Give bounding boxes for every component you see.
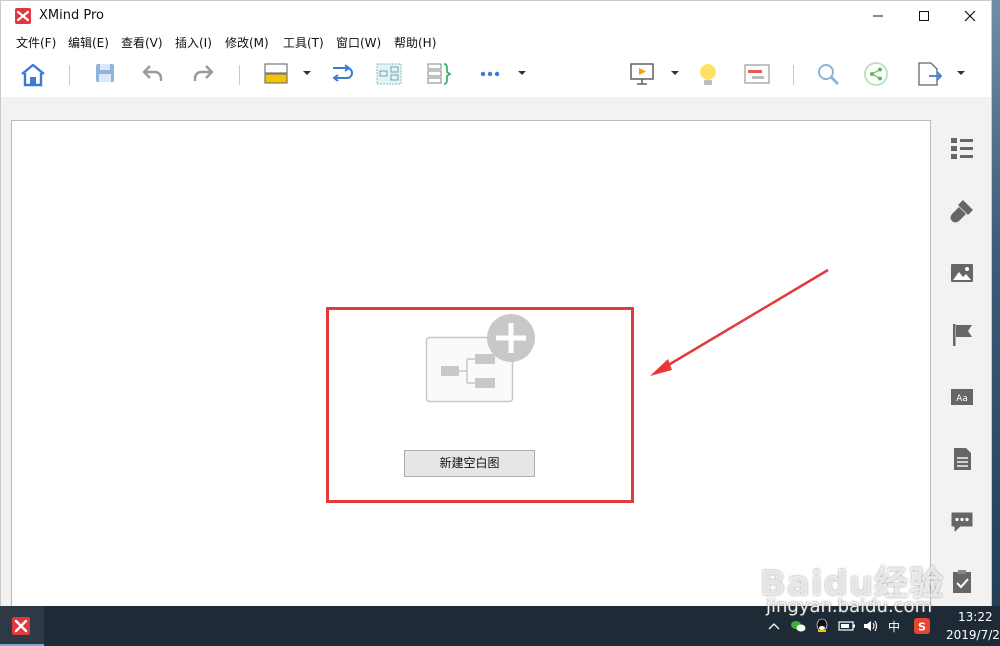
chevron-up-icon[interactable] <box>768 618 780 634</box>
summary-icon[interactable] <box>425 61 453 89</box>
export-icon[interactable] <box>915 61 969 89</box>
toolbar-separator <box>239 65 240 85</box>
menu-view[interactable]: 查看(V) <box>121 34 163 51</box>
undo-icon[interactable] <box>141 61 165 89</box>
xmind-taskbar-icon <box>12 617 30 635</box>
right-side-panel: Aa <box>935 97 991 607</box>
topic-icon[interactable] <box>263 61 315 89</box>
window-title: XMind Pro <box>39 8 104 23</box>
minimize-button[interactable] <box>855 1 901 31</box>
taskbar: 中 S 13:22 2019/7/2 <box>0 606 1000 646</box>
menu-edit[interactable]: 编辑(E) <box>68 34 109 51</box>
outline-icon[interactable] <box>948 135 976 163</box>
more-icon[interactable] <box>477 61 529 89</box>
svg-text:S: S <box>918 621 926 634</box>
title-bar: XMind Pro <box>1 1 991 31</box>
task-clipboard-icon[interactable] <box>948 567 976 595</box>
taskbar-xmind-app[interactable] <box>0 606 44 646</box>
app-window: XMind Pro 文件(F) 编辑(E) 查看(V) 插入(I) 修改(M) … <box>0 0 992 607</box>
volume-icon[interactable] <box>862 618 880 634</box>
menu-file[interactable]: 文件(F) <box>16 34 56 51</box>
menu-insert[interactable]: 插入(I) <box>175 34 212 51</box>
redo-icon[interactable] <box>191 61 215 89</box>
ime-indicator[interactable]: 中 <box>888 618 900 634</box>
text-label-icon[interactable]: Aa <box>948 383 976 411</box>
search-icon[interactable] <box>815 61 841 89</box>
menu-tools[interactable]: 工具(T) <box>283 34 324 51</box>
maximize-button[interactable] <box>901 1 947 31</box>
presentation-icon[interactable] <box>629 61 683 89</box>
menu-bar: 文件(F) 编辑(E) 查看(V) 插入(I) 修改(M) 工具(T) 窗口(W… <box>1 31 991 53</box>
close-button[interactable] <box>947 1 993 31</box>
toolbar-separator <box>69 65 70 85</box>
home-icon[interactable] <box>19 61 47 89</box>
menu-help[interactable]: 帮助(H) <box>394 34 436 51</box>
annotation-highlight-box <box>326 307 634 503</box>
wechat-icon[interactable] <box>790 618 806 634</box>
boundary-icon[interactable] <box>375 61 403 89</box>
svg-text:Aa: Aa <box>956 394 968 404</box>
toolbar-separator <box>793 65 794 85</box>
annotation-arrow <box>650 268 829 376</box>
image-icon[interactable] <box>948 259 976 287</box>
clock-date[interactable]: 2019/7/2 <box>946 628 1000 642</box>
save-icon[interactable] <box>93 61 117 89</box>
share-icon[interactable] <box>863 61 889 89</box>
sogou-input-icon[interactable]: S <box>914 618 930 634</box>
notes-icon[interactable] <box>948 445 976 473</box>
brainstorm-icon[interactable] <box>695 61 721 89</box>
xmind-logo-icon <box>15 8 31 24</box>
format-brush-icon[interactable] <box>948 197 976 225</box>
menu-window[interactable]: 窗口(W) <box>336 34 381 51</box>
relationship-icon[interactable] <box>329 61 355 89</box>
comments-icon[interactable] <box>948 507 976 535</box>
battery-icon[interactable] <box>838 618 856 634</box>
marker-flag-icon[interactable] <box>948 321 976 349</box>
toolbar <box>1 53 991 97</box>
clock-time[interactable]: 13:22 <box>958 610 993 624</box>
menu-modify[interactable]: 修改(M) <box>225 34 269 51</box>
gantt-icon[interactable] <box>743 61 771 89</box>
qq-icon[interactable] <box>814 618 830 634</box>
